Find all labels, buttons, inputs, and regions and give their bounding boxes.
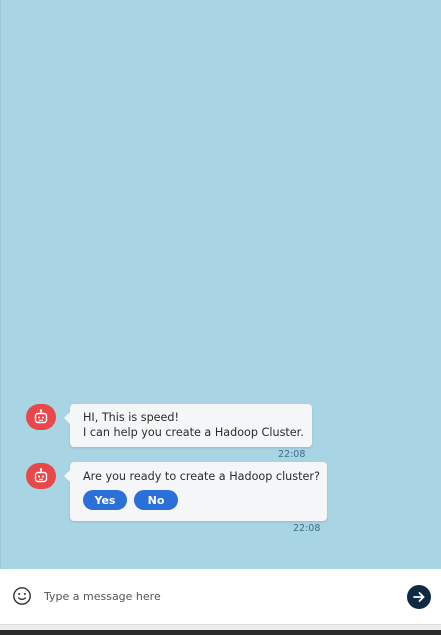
smiley-icon[interactable]: [12, 586, 32, 606]
message-timestamp: 22:08: [293, 523, 321, 534]
bot-message-bubble: Are you ready to create a Hadoop cluster…: [64, 462, 327, 521]
robot-icon: [34, 409, 48, 424]
yes-button[interactable]: Yes: [83, 490, 127, 510]
send-button[interactable]: [407, 585, 431, 609]
robot-icon: [34, 468, 48, 483]
bot-message-bubble: HI, This is speed! I can help you create…: [64, 404, 312, 447]
arrow-right-icon: [413, 592, 425, 602]
message-text-line: Are you ready to create a Hadoop cluster…: [83, 470, 320, 483]
bot-avatar: [26, 404, 56, 430]
message-composer: [0, 569, 441, 624]
message-input[interactable]: [44, 586, 374, 606]
message-timestamp: 22:08: [278, 449, 306, 460]
message-text-line: I can help you create a Hadoop Cluster.: [83, 425, 304, 439]
chat-message-area[interactable]: HI, This is speed! I can help you create…: [0, 0, 441, 569]
message-text-line: HI, This is speed!: [83, 411, 180, 424]
bot-avatar: [26, 463, 56, 489]
no-button[interactable]: No: [134, 490, 178, 510]
window-bottom-edge: [0, 630, 441, 635]
